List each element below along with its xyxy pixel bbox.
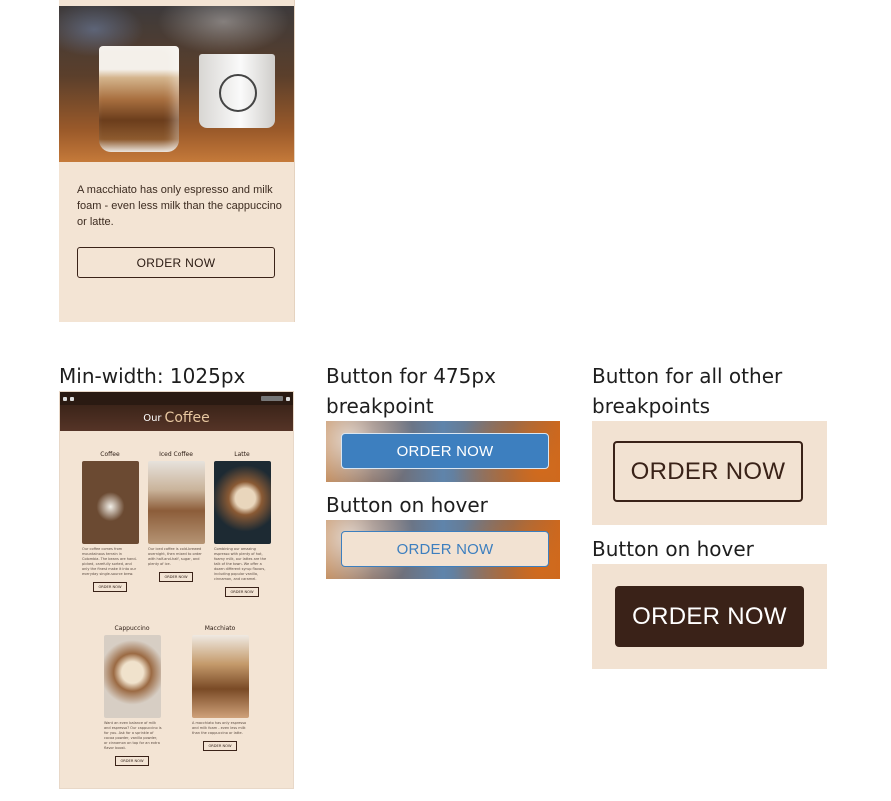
heading-our: Our xyxy=(143,412,162,424)
order-now-button[interactable]: ORDER NOW xyxy=(341,433,549,469)
browser-dot xyxy=(286,396,290,401)
iced-coffee-image xyxy=(147,461,205,544)
item-text: Our iced coffee is cold-brewed overnight… xyxy=(148,547,202,566)
order-now-button[interactable]: ORDER NOW xyxy=(159,572,193,582)
coffee-item: Latte Combining our amazing espresso wit… xyxy=(212,451,272,597)
coffee-item: Cappuccino Want an even balance of milk … xyxy=(102,625,162,766)
coffee-item: Macchiato A macchiato has only espresso … xyxy=(190,625,250,751)
item-text: Our coffee comes from mountainous terrai… xyxy=(82,547,137,576)
button-other-hover-preview: ORDER NOW xyxy=(592,564,827,669)
desktop-layout-preview: Our Coffee Coffee Our coffee comes from … xyxy=(59,391,294,789)
item-text: A macchiato has only espresso and milk f… xyxy=(192,721,247,735)
order-now-button[interactable]: ORDER NOW xyxy=(93,582,127,592)
latte-image xyxy=(213,461,271,544)
item-title: Iced Coffee xyxy=(159,451,193,458)
item-title: Latte xyxy=(234,451,250,458)
heading-coffee: Coffee xyxy=(164,410,210,426)
order-now-button[interactable]: ORDER NOW xyxy=(203,741,237,751)
browser-dot xyxy=(70,396,74,401)
order-now-button[interactable]: ORDER NOW xyxy=(613,441,803,502)
order-now-button[interactable]: ORDER NOW xyxy=(77,247,275,278)
button-475-hover-preview: ORDER NOW xyxy=(326,520,560,579)
browser-bar xyxy=(60,392,293,405)
label-475-hover: Button on hover xyxy=(326,493,488,517)
macchiato-photo xyxy=(59,6,294,162)
order-now-button[interactable]: ORDER NOW xyxy=(115,756,149,766)
item-text: Want an even balance of milk and espress… xyxy=(104,721,162,750)
order-now-button-hover[interactable]: ORDER NOW xyxy=(615,586,804,647)
button-other-preview: ORDER NOW xyxy=(592,421,827,525)
cup-logo xyxy=(219,74,257,112)
macchiato-image xyxy=(191,635,249,718)
mobile-card-description: A macchiato has only espresso and milk f… xyxy=(77,184,282,228)
label-475-button: Button for 475px breakpoint xyxy=(326,364,496,418)
coffee-image xyxy=(81,461,139,544)
coffee-item: Coffee Our coffee comes from mountainous… xyxy=(80,451,140,592)
item-title: Coffee xyxy=(100,451,120,458)
mobile-card-preview: A macchiato has only espresso and milk f… xyxy=(59,0,295,322)
label-other-button: Button for all other breakpoints xyxy=(592,364,783,418)
order-now-button[interactable]: ORDER NOW xyxy=(225,587,259,597)
page-header: Our Coffee xyxy=(60,405,293,431)
browser-pill xyxy=(261,396,283,401)
label-desktop: Min-width: 1025px xyxy=(59,364,246,388)
item-text: Combining our amazing espresso with plen… xyxy=(214,547,267,581)
button-475-preview: ORDER NOW xyxy=(326,421,560,482)
browser-dot xyxy=(63,396,67,401)
cappuccino-image xyxy=(103,635,161,718)
item-title: Macchiato xyxy=(204,625,236,632)
glass-shape xyxy=(99,46,179,152)
label-other-hover: Button on hover xyxy=(592,537,754,561)
coffee-item: Iced Coffee Our iced coffee is cold-brew… xyxy=(146,451,206,582)
order-now-button-hover[interactable]: ORDER NOW xyxy=(341,531,549,567)
item-title: Cappuccino xyxy=(114,625,150,632)
